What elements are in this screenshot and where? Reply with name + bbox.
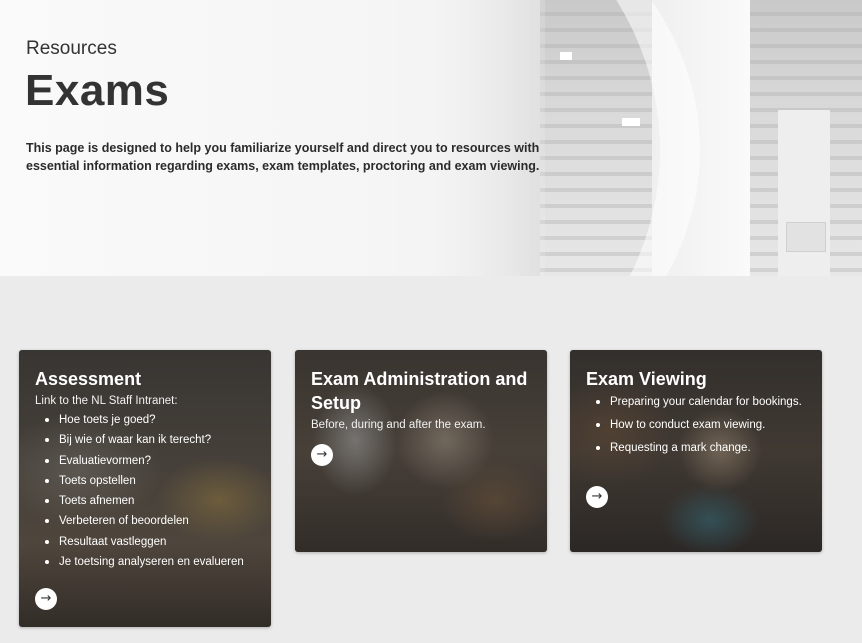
arrow-right-icon[interactable]: →: [586, 486, 608, 508]
card-link-item[interactable]: Verbeteren of beoordelen: [35, 514, 255, 528]
card-description: Before, during and after the exam.: [311, 419, 486, 431]
card-link-item[interactable]: Resultaat vastleggen: [35, 535, 255, 549]
card-link-item[interactable]: Bij wie of waar kan ik terecht?: [35, 433, 255, 447]
card-link-item[interactable]: Je toetsing analyseren en evalueren: [35, 555, 255, 569]
card-link-item[interactable]: Toets afnemen: [35, 494, 255, 508]
arrow-right-icon[interactable]: →: [35, 588, 57, 610]
card-link-list: Hoe toets je goed? Bij wie of waar kan i…: [35, 413, 255, 569]
hero-banner: Resources Exams This page is designed to…: [0, 0, 862, 276]
card-title: Assessment: [35, 369, 142, 389]
card-link-item[interactable]: Preparing your calendar for bookings.: [586, 395, 806, 409]
hero-wall-sign: [786, 222, 826, 252]
card-link-item[interactable]: Requesting a mark change.: [586, 441, 806, 455]
page-eyebrow: Resources: [26, 38, 117, 59]
page-intro: This page is designed to help you famili…: [26, 141, 540, 173]
card-link-item[interactable]: Evaluatievormen?: [35, 454, 255, 468]
card-title: Exam Administration and Setup: [311, 369, 528, 413]
card-title: Exam Viewing: [586, 369, 707, 389]
card-exam-viewing[interactable]: Exam Viewing Preparing your calendar for…: [570, 350, 822, 552]
card-link-item[interactable]: Hoe toets je goed?: [35, 413, 255, 427]
card-description: Link to the NL Staff Intranet:: [35, 395, 178, 407]
card-link-item[interactable]: Toets opstellen: [35, 474, 255, 488]
card-link-list: Preparing your calendar for bookings. Ho…: [586, 395, 806, 455]
card-assessment[interactable]: Assessment Link to the NL Staff Intranet…: [19, 350, 271, 627]
card-link-item[interactable]: How to conduct exam viewing.: [586, 418, 806, 432]
arrow-right-icon[interactable]: →: [311, 444, 333, 466]
page-title: Exams: [25, 66, 170, 115]
card-exam-administration[interactable]: Exam Administration and Setup Before, du…: [295, 350, 547, 552]
